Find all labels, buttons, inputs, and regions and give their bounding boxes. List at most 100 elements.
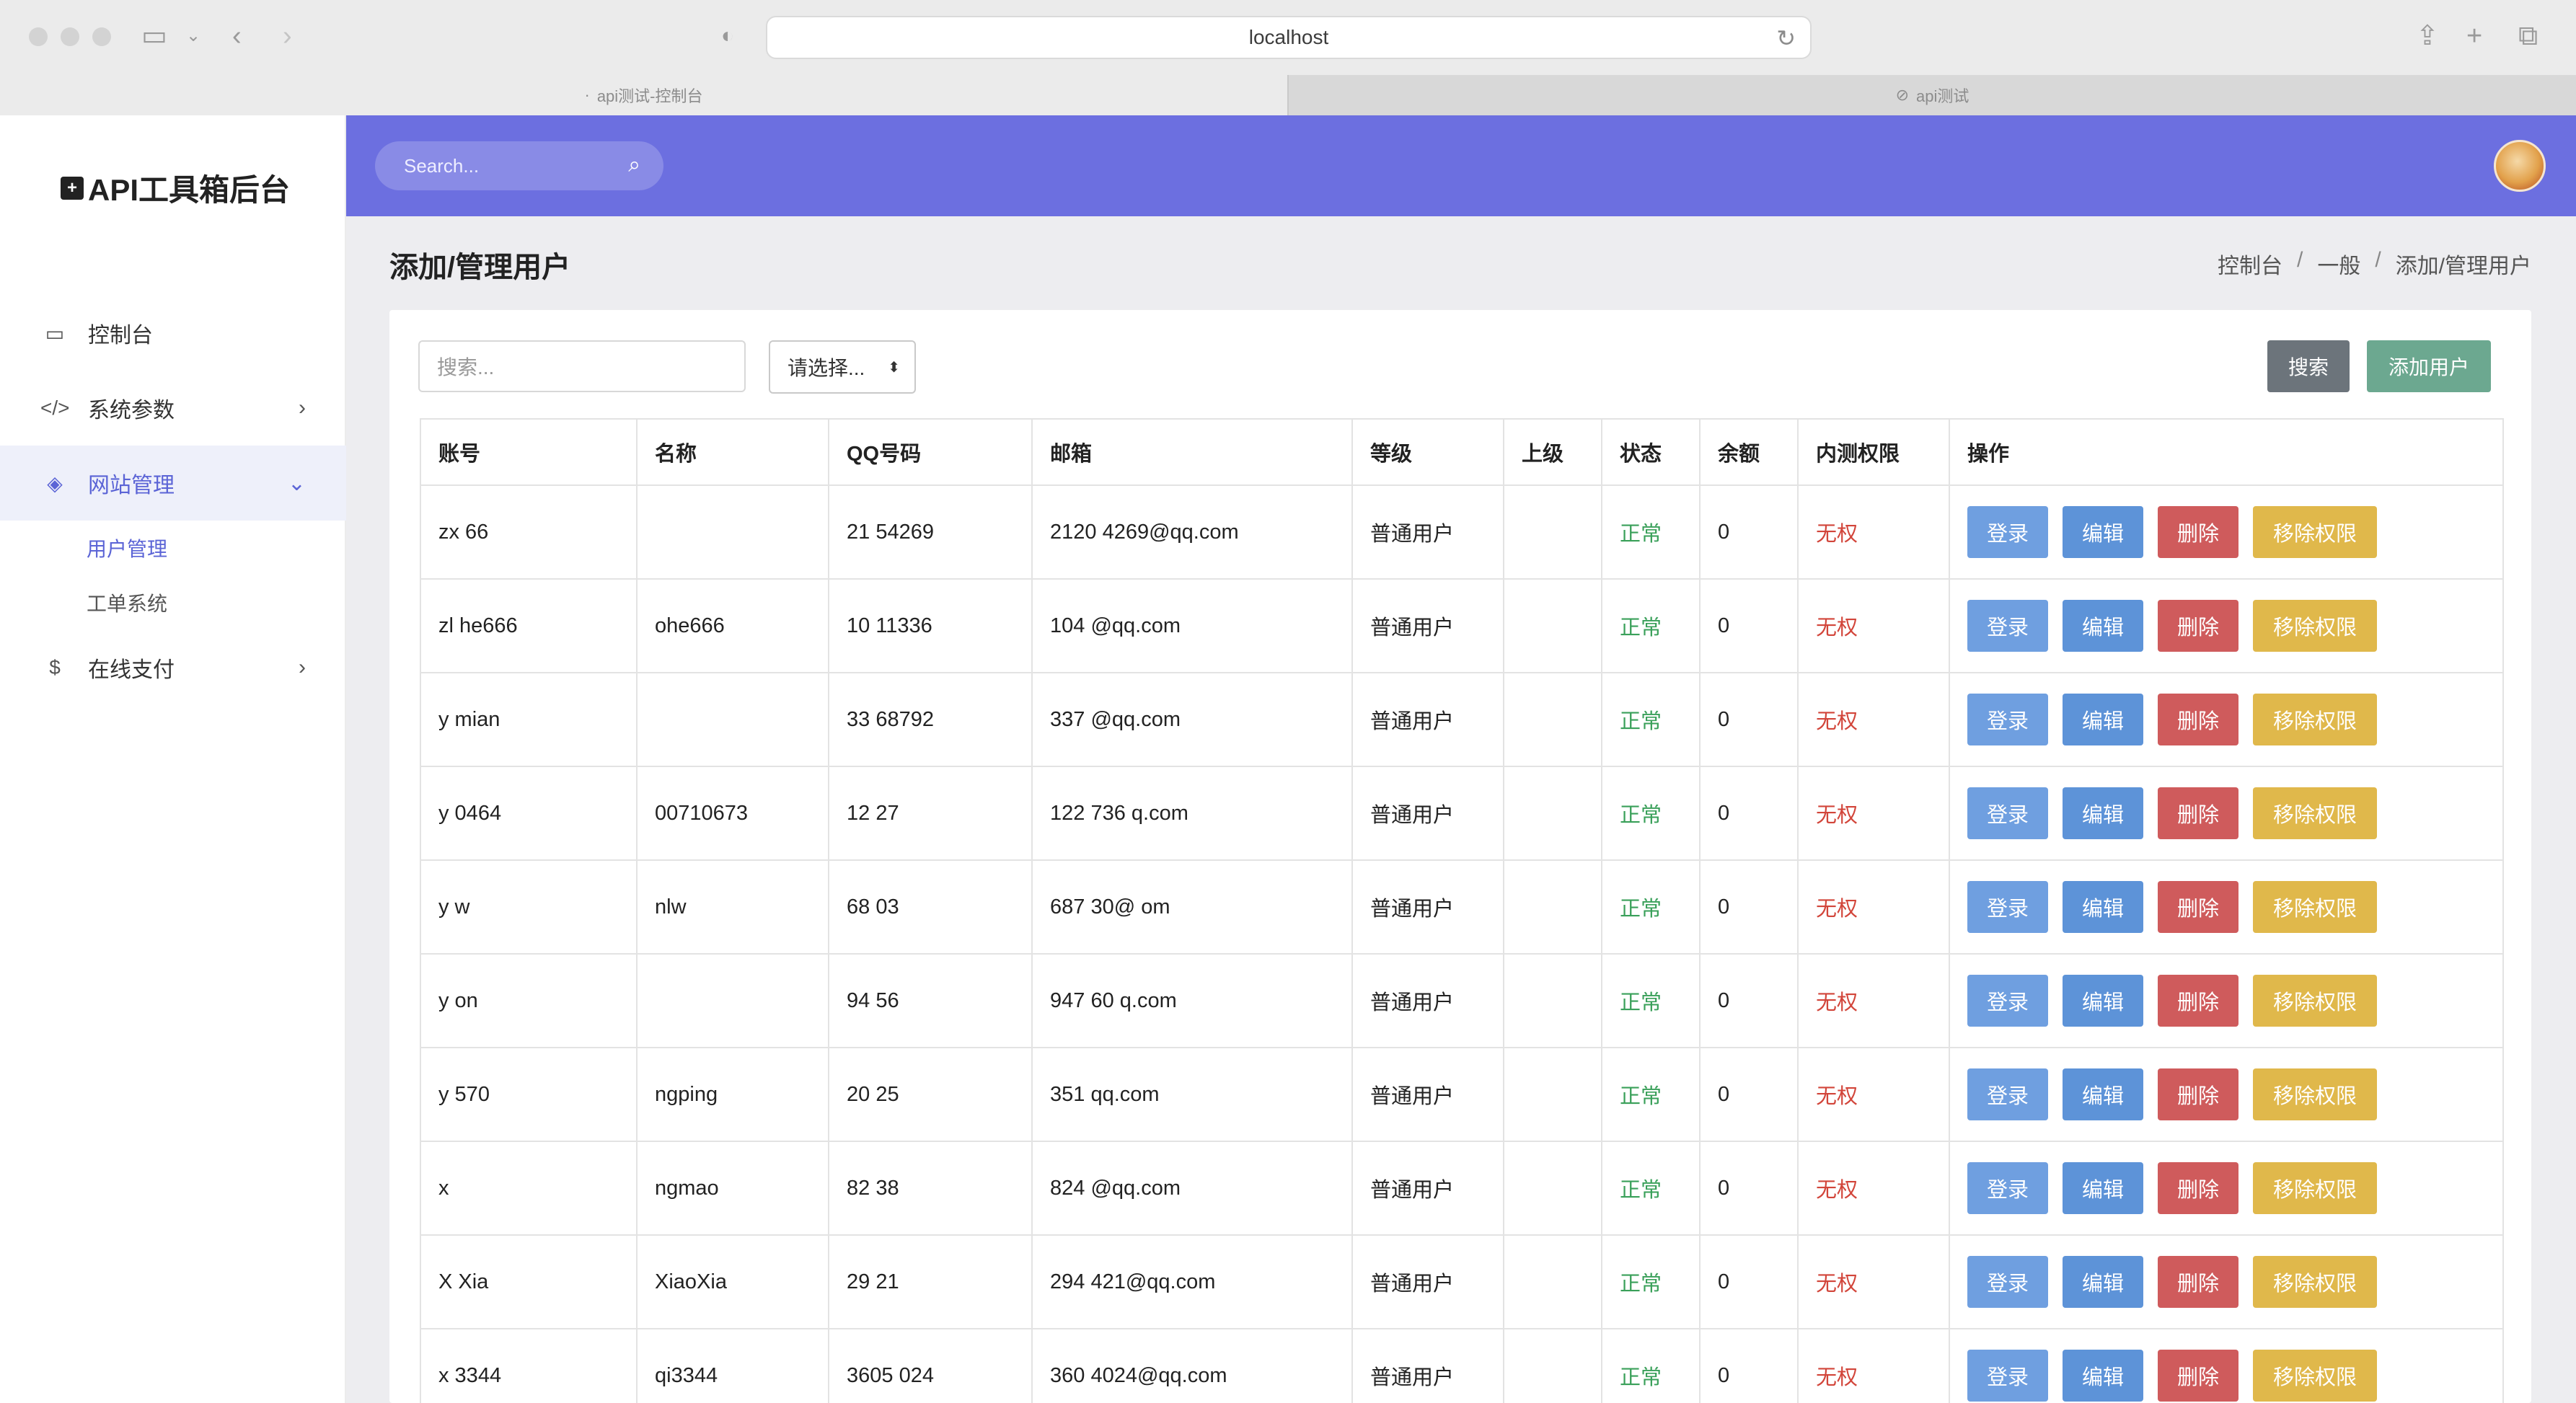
delete-button[interactable]: 删除 [2158,1068,2238,1120]
remove-permission-button[interactable]: 移除权限 [2253,694,2377,745]
table-row: y on 94 56 947 60 q.com 普通用户 正常 0 无权 登录 编辑 删除 移除权限 [420,953,2504,1048]
column-header: 操作 [1949,418,2504,486]
remove-permission-button[interactable]: 移除权限 [2253,506,2377,558]
chevron-down-icon: ⌄ [287,471,306,495]
tab-label: api测试-控制台 [596,87,703,105]
sidebar-subitem-user-management[interactable]: 用户管理 [0,521,346,575]
select-arrows-icon: ⬍ [888,359,900,376]
login-button[interactable]: 登录 [1967,1068,2048,1120]
breadcrumb-item[interactable]: 一般 [2317,248,2360,280]
delete-button[interactable]: 删除 [2158,600,2238,652]
edit-button[interactable]: 编辑 [2063,881,2143,933]
sidebar-item-site-management[interactable]: ◈ 网站管理 ⌄ [0,446,346,521]
login-button[interactable]: 登录 [1967,1350,2048,1402]
delete-button[interactable]: 删除 [2158,1256,2238,1308]
login-button[interactable]: 登录 [1967,694,2048,745]
cell-qq: 10 11336 [828,578,1033,673]
column-header: 等级 [1351,418,1504,486]
chevron-down-icon[interactable]: ⌄ [186,20,200,52]
table-row: x ngmao 82 38 824 @qq.com 普通用户 正常 0 无权 登录 编辑 删除 移除权… [420,1141,2504,1236]
cell-level: 普通用户 [1351,1234,1504,1329]
sidebar-toggle-icon[interactable]: ▭ [141,20,167,52]
login-button[interactable]: 登录 [1967,881,2048,933]
edit-button[interactable]: 编辑 [2063,787,2143,839]
shield-icon[interactable]: ◐ [721,20,734,52]
tab-overview-icon[interactable]: ⧉ [2518,20,2538,52]
cell-actions: 登录 编辑 删除 移除权限 [1949,1328,2504,1403]
delete-button[interactable]: 删除 [2158,694,2238,745]
search-input[interactable]: 搜索... [418,340,746,392]
edit-button[interactable]: 编辑 [2063,694,2143,745]
app-logo[interactable]: + API工具箱后台 [61,166,290,210]
sidebar-subitem-ticket-system[interactable]: 工单系统 [0,575,346,630]
share-icon[interactable]: ⇪ [2416,20,2439,52]
row-actions: 登录 编辑 删除 移除权限 [1967,600,2485,652]
avatar[interactable] [2494,140,2546,192]
reload-icon[interactable]: ↻ [1776,25,1796,52]
login-button[interactable]: 登录 [1967,506,2048,558]
row-actions: 登录 编辑 删除 移除权限 [1967,1068,2485,1120]
cell-status: 正常 [1601,766,1701,861]
close-window-button[interactable] [29,27,48,46]
login-button[interactable]: 登录 [1967,787,2048,839]
edit-button[interactable]: 编辑 [2063,600,2143,652]
back-icon[interactable]: ‹ [232,20,242,52]
forward-icon[interactable]: › [283,20,292,52]
delete-button[interactable]: 删除 [2158,1162,2238,1214]
table-row: zl he666 ohe666 10 11336 104 @qq.com 普通用户 正常 0… [420,578,2504,673]
cell-actions: 登录 编辑 删除 移除权限 [1949,672,2504,767]
remove-permission-button[interactable]: 移除权限 [2253,600,2377,652]
cell-permission: 无权 [1797,578,1950,673]
filter-select[interactable]: 请选择... ⬍ [769,340,916,394]
new-tab-icon[interactable]: + [2466,20,2482,52]
sidebar-item-online-payment[interactable]: $ 在线支付 › [0,630,346,705]
cell-balance: 0 [1699,1234,1799,1329]
monitor-icon: ▭ [45,322,65,345]
delete-button[interactable]: 删除 [2158,506,2238,558]
edit-button[interactable]: 编辑 [2063,506,2143,558]
tab-console[interactable]: · api测试-控制台 [0,75,1287,115]
add-user-button[interactable]: 添加用户 [2367,340,2491,392]
remove-permission-button[interactable]: 移除权限 [2253,975,2377,1027]
edit-button[interactable]: 编辑 [2063,1350,2143,1402]
cell-qq: 68 03 [828,859,1033,955]
breadcrumb-separator: / [2375,248,2381,272]
sidebar-item-dashboard[interactable]: ▭ 控制台 [0,296,346,371]
cell-qq: 21 54269 [828,484,1033,580]
login-button[interactable]: 登录 [1967,1256,2048,1308]
remove-permission-button[interactable]: 移除权限 [2253,1350,2377,1402]
header-search-input[interactable]: Search... ⌕ [375,141,663,190]
delete-button[interactable]: 删除 [2158,975,2238,1027]
cell-account: zx 66 [420,484,638,580]
edit-button[interactable]: 编辑 [2063,1162,2143,1214]
tab-api-test[interactable]: ⊘ api测试 [1287,75,2576,115]
sidebar-item-system-params[interactable]: </> 系统参数 › [0,371,346,446]
window-controls[interactable] [29,27,111,46]
remove-permission-button[interactable]: 移除权限 [2253,1256,2377,1308]
breadcrumb-item[interactable]: 控制台 [2218,248,2282,280]
delete-button[interactable]: 删除 [2158,787,2238,839]
edit-button[interactable]: 编辑 [2063,1256,2143,1308]
login-button[interactable]: 登录 [1967,1162,2048,1214]
edit-button[interactable]: 编辑 [2063,975,2143,1027]
remove-permission-button[interactable]: 移除权限 [2253,1068,2377,1120]
remove-permission-button[interactable]: 移除权限 [2253,787,2377,839]
search-icon[interactable]: ⌕ [628,153,640,177]
row-actions: 登录 编辑 删除 移除权限 [1967,506,2485,558]
url-bar[interactable]: localhost ↻ [766,16,1812,59]
login-button[interactable]: 登录 [1967,975,2048,1027]
remove-permission-button[interactable]: 移除权限 [2253,881,2377,933]
delete-button[interactable]: 删除 [2158,1350,2238,1402]
login-button[interactable]: 登录 [1967,600,2048,652]
edit-button[interactable]: 编辑 [2063,1068,2143,1120]
cell-actions: 登录 编辑 删除 移除权限 [1949,1047,2504,1142]
cell-name [636,953,829,1048]
tab-dot-icon: · [584,86,590,104]
browser-chrome: ▭ ⌄ ‹ › ◐ localhost ↻ ⇪ + ⧉ · api测试-控制台 … [0,0,2576,115]
maximize-window-button[interactable] [92,27,111,46]
remove-permission-button[interactable]: 移除权限 [2253,1162,2377,1214]
cell-status: 正常 [1601,1234,1701,1329]
delete-button[interactable]: 删除 [2158,881,2238,933]
search-button[interactable]: 搜索 [2267,340,2350,392]
minimize-window-button[interactable] [61,27,79,46]
